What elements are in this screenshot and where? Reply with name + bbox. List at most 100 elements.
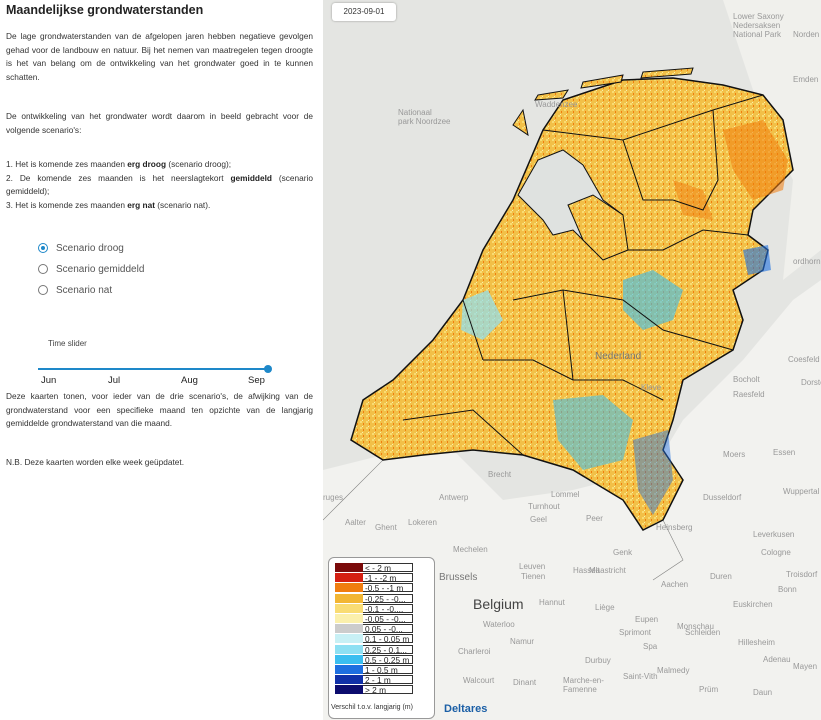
- place-label: ordhorn: [793, 257, 821, 266]
- legend-label: 0.5 - 0.25 m: [363, 654, 413, 664]
- legend-row: -0.25 - -0...: [335, 593, 413, 603]
- place-label: Emden: [793, 75, 819, 84]
- place-label: Eupen: [635, 615, 659, 624]
- legend-label: < - 2 m: [363, 563, 413, 572]
- place-label: Mechelen: [453, 545, 488, 554]
- radio-scenario-droog[interactable]: Scenario droog: [38, 241, 124, 255]
- scenario-text: 1. Het is komende zes maanden: [6, 159, 128, 169]
- place-label: Duren: [710, 572, 732, 581]
- scenario-emphasis: erg nat: [127, 199, 155, 210]
- legend-swatch: [335, 665, 363, 674]
- place-label: Dorsten: [801, 378, 821, 387]
- wet-area-twente: [743, 245, 771, 275]
- scenario-intro-text: De ontwikkeling van het grondwater wordt…: [6, 111, 313, 135]
- place-label: Malmedy: [657, 666, 690, 675]
- update-note: N.B. Deze kaarten worden elke week geüpd…: [6, 457, 185, 467]
- legend-label: 0.1 - 0.05 m: [363, 634, 413, 644]
- place-label: Euskirchen: [733, 600, 773, 609]
- place-label: Mayen: [793, 662, 818, 671]
- place-label: Lokeren: [408, 518, 437, 527]
- place-label: Hillesheim: [738, 638, 775, 647]
- radio-label: Scenario gemiddeld: [56, 263, 145, 275]
- legend-row: -0.05 - -0...: [335, 614, 413, 623]
- place-label: Lommel: [551, 490, 580, 499]
- legend-label: 2 - 1 m: [363, 675, 413, 685]
- legend-swatch: [335, 583, 363, 593]
- legend-swatch: [335, 675, 363, 685]
- place-label: Dusseldorf: [703, 493, 742, 502]
- place-label: Nederland: [595, 351, 642, 362]
- scenario-text: (scenario droog);: [166, 159, 232, 169]
- place-label: Daun: [753, 688, 773, 697]
- place-label: Ghent: [375, 523, 397, 532]
- slider-label: Time slider: [48, 339, 87, 348]
- place-label: Geel: [530, 515, 547, 524]
- legend-label: -0.1 - -0....: [363, 603, 413, 613]
- place-label: Bonn: [778, 585, 797, 594]
- place-label: Hannut: [539, 598, 565, 607]
- place-label: Brussels: [439, 572, 478, 583]
- legend-row: 0.5 - 0.25 m: [335, 654, 413, 664]
- slider-month-label: Jun: [41, 375, 57, 386]
- intro-text: De lage grondwaterstanden van de afgelop…: [6, 31, 313, 82]
- legend-label: 1 - 0.5 m: [363, 665, 413, 674]
- place-label: Aachen: [661, 580, 689, 589]
- place-label: Bocholt: [733, 375, 760, 384]
- place-label: Essen: [773, 448, 796, 457]
- place-label: Prüm: [699, 685, 719, 694]
- place-label: Sprimont: [619, 628, 652, 637]
- scenario-list-item: 3. Het is komende zes maanden erg nat (s…: [6, 199, 313, 213]
- place-label: Waddenzee: [535, 100, 578, 109]
- scenario-list: 1. Het is komende zes maanden erg droog …: [6, 158, 313, 212]
- scenario-text: 3. Het is komende zes maanden: [6, 199, 128, 210]
- place-label: Spa: [643, 642, 658, 651]
- place-label: Turnhout: [528, 502, 560, 511]
- legend-caption: Verschil t.o.v. langjarig (m): [331, 704, 413, 711]
- legend-row: 1 - 0.5 m: [335, 665, 413, 674]
- legend-swatch: [335, 634, 363, 644]
- radio-scenario-gemiddeld[interactable]: Scenario gemiddeld: [38, 262, 144, 276]
- place-label: Cologne: [761, 548, 791, 557]
- legend-label: -0.5 - -1 m: [363, 583, 413, 593]
- legend-row: -0.5 - -1 m: [335, 583, 413, 593]
- time-slider-track[interactable]: [38, 368, 269, 370]
- place-label: Marche-en- Famenne: [563, 676, 604, 694]
- place-label: Charleroi: [458, 647, 491, 656]
- radio-button-icon[interactable]: [38, 264, 48, 274]
- radio-button-icon[interactable]: [38, 243, 48, 253]
- legend-label: -0.05 - -0...: [363, 614, 413, 623]
- place-label: Genk: [613, 548, 633, 557]
- sidebar: Maandelijkse grondwaterstanden De lage g…: [0, 0, 323, 720]
- legend-row: -1 - -2 m: [335, 573, 413, 583]
- deltares-logo[interactable]: Deltares: [444, 703, 487, 715]
- legend-swatch: [335, 603, 363, 613]
- place-label: Troisdorf: [786, 570, 818, 579]
- time-slider-handle[interactable]: [264, 365, 272, 373]
- place-label: Heinsberg: [656, 523, 693, 532]
- place-label: Walcourt: [463, 676, 495, 685]
- legend-swatch: [335, 593, 363, 603]
- slider-month-label: Jul: [108, 375, 121, 386]
- place-label: Lower Saxony Nedersaksen National Park: [733, 12, 784, 39]
- legend-label: -0.25 - -0...: [363, 593, 413, 603]
- place-label: ruges: [323, 493, 344, 502]
- slider-month-label: Aug: [181, 375, 198, 386]
- map-date-badge: 2023-09-01: [332, 3, 396, 21]
- place-label: Wuppertal: [783, 487, 820, 496]
- place-label: Brecht: [488, 470, 512, 479]
- radio-button-icon[interactable]: [38, 285, 48, 295]
- place-label: Belgium: [473, 596, 524, 612]
- place-label: Coesfeld: [788, 355, 820, 364]
- place-label: Moers: [723, 450, 746, 459]
- legend-label: -1 - -2 m: [363, 573, 413, 583]
- legend-swatch: [335, 614, 363, 623]
- place-label: Aalter: [345, 518, 366, 527]
- legend-row: < - 2 m: [335, 563, 413, 572]
- place-label: Antwerp: [439, 493, 469, 502]
- scenario-text: 2. De komende zes maanden is het neersla…: [6, 172, 231, 183]
- place-label: Durbuy: [585, 656, 611, 665]
- place-label: Nationaal park Noordzee: [398, 108, 451, 126]
- legend-row: -0.1 - -0....: [335, 603, 413, 613]
- radio-scenario-nat[interactable]: Scenario nat: [38, 283, 112, 297]
- place-label: Peer: [586, 514, 603, 523]
